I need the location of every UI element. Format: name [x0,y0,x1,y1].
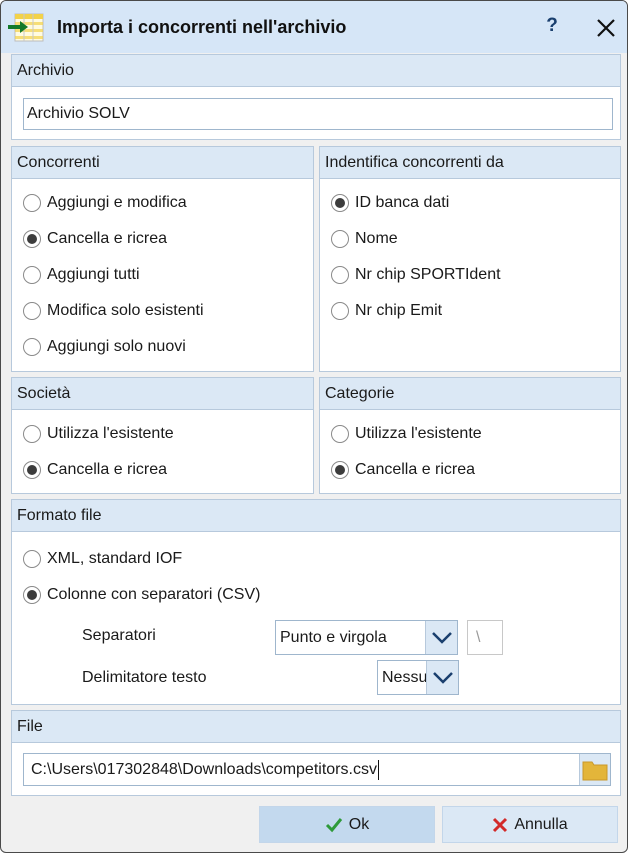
window-title: Importa i concorrenti nell'archivio [57,17,347,37]
radio-label: Cancella e ricrea [47,230,168,247]
browse-folder-button[interactable] [579,754,610,785]
radio-circle [23,338,41,356]
clubs-group: Società Utilizza l'esistente Cancella e … [11,377,314,494]
file-path-field[interactable]: C:\Users\017302848\Downloads\competitors… [23,753,611,786]
chevron-down-icon [425,621,457,654]
file-path-text: C:\Users\017302848\Downloads\competitors… [31,760,377,778]
radio-circle [331,425,349,443]
radio-circle [331,302,349,320]
radio-label: Aggiungi solo nuovi [47,338,186,355]
radio-emit-chip[interactable]: Nr chip Emit [331,299,442,323]
radio-add-new-only[interactable]: Aggiungi solo nuovi [23,335,186,359]
radio-add-and-modify[interactable]: Aggiungi e modifica [23,191,187,215]
text-delimiter-label: Delimitatore testo [82,669,207,686]
radio-label: Utilizza l'esistente [355,425,482,442]
chevron-down-icon [426,661,458,694]
radio-circle [23,550,41,568]
radio-label: Aggiungi e modifica [47,194,187,211]
radio-label: Cancella e ricrea [47,461,168,478]
radio-xml-iof[interactable]: XML, standard IOF [23,547,182,571]
import-competitors-dialog: Importa i concorrenti nell'archivio ? Ar… [0,0,628,853]
radio-label: Nome [355,230,398,247]
cancel-label: Annulla [514,815,568,833]
identify-group: Indentifica concorrenti da ID banca dati… [319,146,621,372]
import-table-icon [8,13,44,42]
radio-label: Modifica solo esistenti [47,302,204,319]
radio-label: Nr chip SPORTIdent [355,266,501,283]
radio-label: XML, standard IOF [47,550,183,567]
cancel-button[interactable]: Annulla [442,806,618,843]
clubs-header: Società [12,378,313,410]
help-button[interactable]: ? [541,15,563,39]
file-format-header: Formato file [12,500,620,532]
identify-header: Indentifica concorrenti da [320,147,620,179]
radio-circle-checked [331,194,349,212]
separator-char-field[interactable]: \ [467,620,503,655]
radio-csv[interactable]: Colonne con separatori (CSV) [23,583,260,607]
title-bar: Importa i concorrenti nell'archivio ? [1,1,627,53]
file-header: File [12,711,620,743]
text-delimiter-value: Nessu [382,668,426,686]
archive-header: Archivio [12,55,620,87]
categories-group: Categorie Utilizza l'esistente Cancella … [319,377,621,494]
radio-categories-delete-and-recreate[interactable]: Cancella e ricrea [331,458,475,482]
radio-label: ID banca dati [355,194,450,211]
separators-value: Punto e virgola [280,628,387,646]
file-format-group: Formato file XML, standard IOF Colonne c… [11,499,621,705]
separators-dropdown[interactable]: Punto e virgola [275,620,458,655]
competitors-group: Concorrenti Aggiungi e modifica Cancella… [11,146,314,372]
radio-circle-checked [23,461,41,479]
radio-circle [331,266,349,284]
radio-circle [331,230,349,248]
ok-label: Ok [348,815,370,833]
radio-circle [23,266,41,284]
radio-clubs-use-existing[interactable]: Utilizza l'esistente [23,422,174,446]
file-group: File C:\Users\017302848\Downloads\compet… [11,710,621,796]
radio-circle-checked [331,461,349,479]
radio-name[interactable]: Nome [331,227,398,251]
ok-button[interactable]: Ok [259,806,435,843]
archive-group: Archivio Archivio SOLV [11,54,621,140]
cancel-x-icon [493,817,508,832]
radio-circle-checked [23,230,41,248]
radio-label: Utilizza l'esistente [47,425,174,442]
close-icon[interactable] [593,15,619,41]
radio-label: Cancella e ricrea [355,461,476,478]
radio-categories-use-existing[interactable]: Utilizza l'esistente [331,422,482,446]
text-delimiter-dropdown[interactable]: Nessu [377,660,459,695]
radio-circle [23,302,41,320]
categories-header: Categorie [320,378,620,410]
radio-circle-checked [23,586,41,604]
folder-icon [582,761,608,780]
radio-delete-and-recreate[interactable]: Cancella e ricrea [23,227,167,251]
radio-modify-existing-only[interactable]: Modifica solo esistenti [23,299,204,323]
competitors-header: Concorrenti [12,147,313,179]
radio-clubs-delete-and-recreate[interactable]: Cancella e ricrea [23,458,167,482]
radio-database-id[interactable]: ID banca dati [331,191,449,215]
radio-label: Nr chip Emit [355,302,443,319]
text-cursor [377,759,379,780]
checkmark-icon [325,817,342,832]
radio-add-all[interactable]: Aggiungi tutti [23,263,140,287]
radio-sportident-chip[interactable]: Nr chip SPORTIdent [331,263,501,287]
radio-circle [23,194,41,212]
radio-circle [23,425,41,443]
archive-field[interactable]: Archivio SOLV [23,98,613,130]
radio-label: Aggiungi tutti [47,266,140,283]
radio-label: Colonne con separatori (CSV) [47,586,261,603]
separators-label: Separatori [82,627,156,644]
